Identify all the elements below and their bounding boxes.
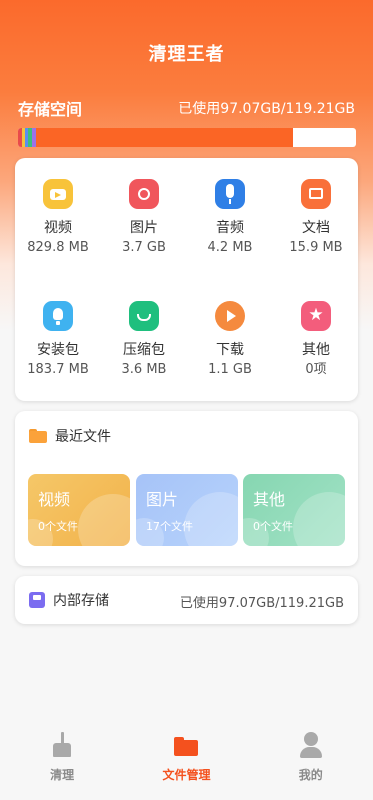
tile-count: 0个文件 [38, 520, 78, 533]
category-size: 0项 [305, 362, 327, 377]
recent-files-card: 最近文件 视频 0个文件 图片 17个文件 其他 0个文件 [15, 411, 358, 566]
tile-label: 图片 [146, 490, 179, 509]
storage-label: 存储空间 [18, 100, 83, 119]
category-other[interactable]: ★ 其他 0项 [273, 301, 359, 379]
category-name: 安装包 [37, 342, 79, 358]
recent-tile-image[interactable]: 图片 17个文件 [136, 474, 238, 546]
category-video[interactable]: 视频 829.8 MB [15, 179, 101, 257]
document-icon [301, 179, 331, 209]
bar-segment-used [36, 128, 293, 147]
broom-icon [50, 732, 74, 758]
star-icon: ★ [301, 301, 331, 331]
tile-label: 视频 [38, 490, 71, 509]
category-audio[interactable]: 音频 4.2 MB [187, 179, 273, 257]
category-download[interactable]: 下载 1.1 GB [187, 301, 273, 379]
tab-profile[interactable]: 我的 [271, 722, 351, 800]
profile-icon [299, 732, 323, 758]
category-name: 图片 [130, 220, 158, 236]
tile-count: 17个文件 [146, 520, 193, 533]
category-name: 压缩包 [123, 342, 165, 358]
app-title: 清理王者 [148, 44, 225, 65]
recent-files-header[interactable]: 最近文件 [29, 426, 111, 446]
internal-storage-title: 内部存储 [53, 593, 109, 609]
storage-summary: 存储空间 已使用97.07GB/119.21GB [18, 96, 355, 120]
tab-label: 清理 [50, 768, 75, 782]
category-size: 183.7 MB [27, 362, 89, 377]
bottom-tab-bar: 清理 文件管理 我的 [0, 722, 373, 800]
storage-value: 已使用97.07GB/119.21GB [178, 101, 355, 117]
internal-storage-card[interactable]: 内部存储 已使用97.07GB/119.21GB [15, 576, 358, 624]
tab-clean[interactable]: 清理 [22, 722, 102, 800]
category-name: 视频 [44, 220, 72, 236]
category-image[interactable]: 图片 3.7 GB [101, 179, 187, 257]
category-name: 其他 [302, 342, 330, 358]
category-name: 音频 [216, 220, 244, 236]
archive-icon [129, 301, 159, 331]
tile-count: 0个文件 [253, 520, 293, 533]
storage-usage-bar [18, 128, 356, 147]
category-size: 3.6 MB [121, 362, 167, 377]
download-icon [215, 301, 245, 331]
recent-files-title: 最近文件 [55, 429, 111, 445]
category-grid: 视频 829.8 MB 图片 3.7 GB 音频 4.2 MB 文档 15.9 … [15, 158, 358, 401]
category-package[interactable]: 安装包 183.7 MB [15, 301, 101, 379]
sd-card-icon [29, 592, 45, 608]
recent-tile-other[interactable]: 其他 0个文件 [243, 474, 345, 546]
tab-label: 文件管理 [162, 768, 211, 782]
category-size: 15.9 MB [289, 240, 343, 255]
folder-icon [29, 429, 47, 443]
internal-storage-label-group: 内部存储 [29, 590, 109, 610]
category-name: 文档 [302, 220, 330, 236]
package-icon [43, 301, 73, 331]
tab-label: 我的 [298, 768, 323, 782]
category-size: 829.8 MB [27, 240, 89, 255]
internal-storage-value: 已使用97.07GB/119.21GB [179, 596, 344, 611]
microphone-icon [215, 179, 245, 209]
recent-tile-video[interactable]: 视频 0个文件 [28, 474, 130, 546]
tile-label: 其他 [253, 490, 286, 509]
category-archive[interactable]: 压缩包 3.6 MB [101, 301, 187, 379]
folder-icon [174, 732, 199, 758]
category-size: 3.7 GB [122, 240, 166, 255]
tab-file-manager[interactable]: 文件管理 [146, 722, 226, 800]
category-document[interactable]: 文档 15.9 MB [273, 179, 359, 257]
category-size: 4.2 MB [207, 240, 253, 255]
image-icon [129, 179, 159, 209]
category-size: 1.1 GB [208, 362, 252, 377]
video-icon [43, 179, 73, 209]
category-name: 下载 [216, 342, 244, 358]
